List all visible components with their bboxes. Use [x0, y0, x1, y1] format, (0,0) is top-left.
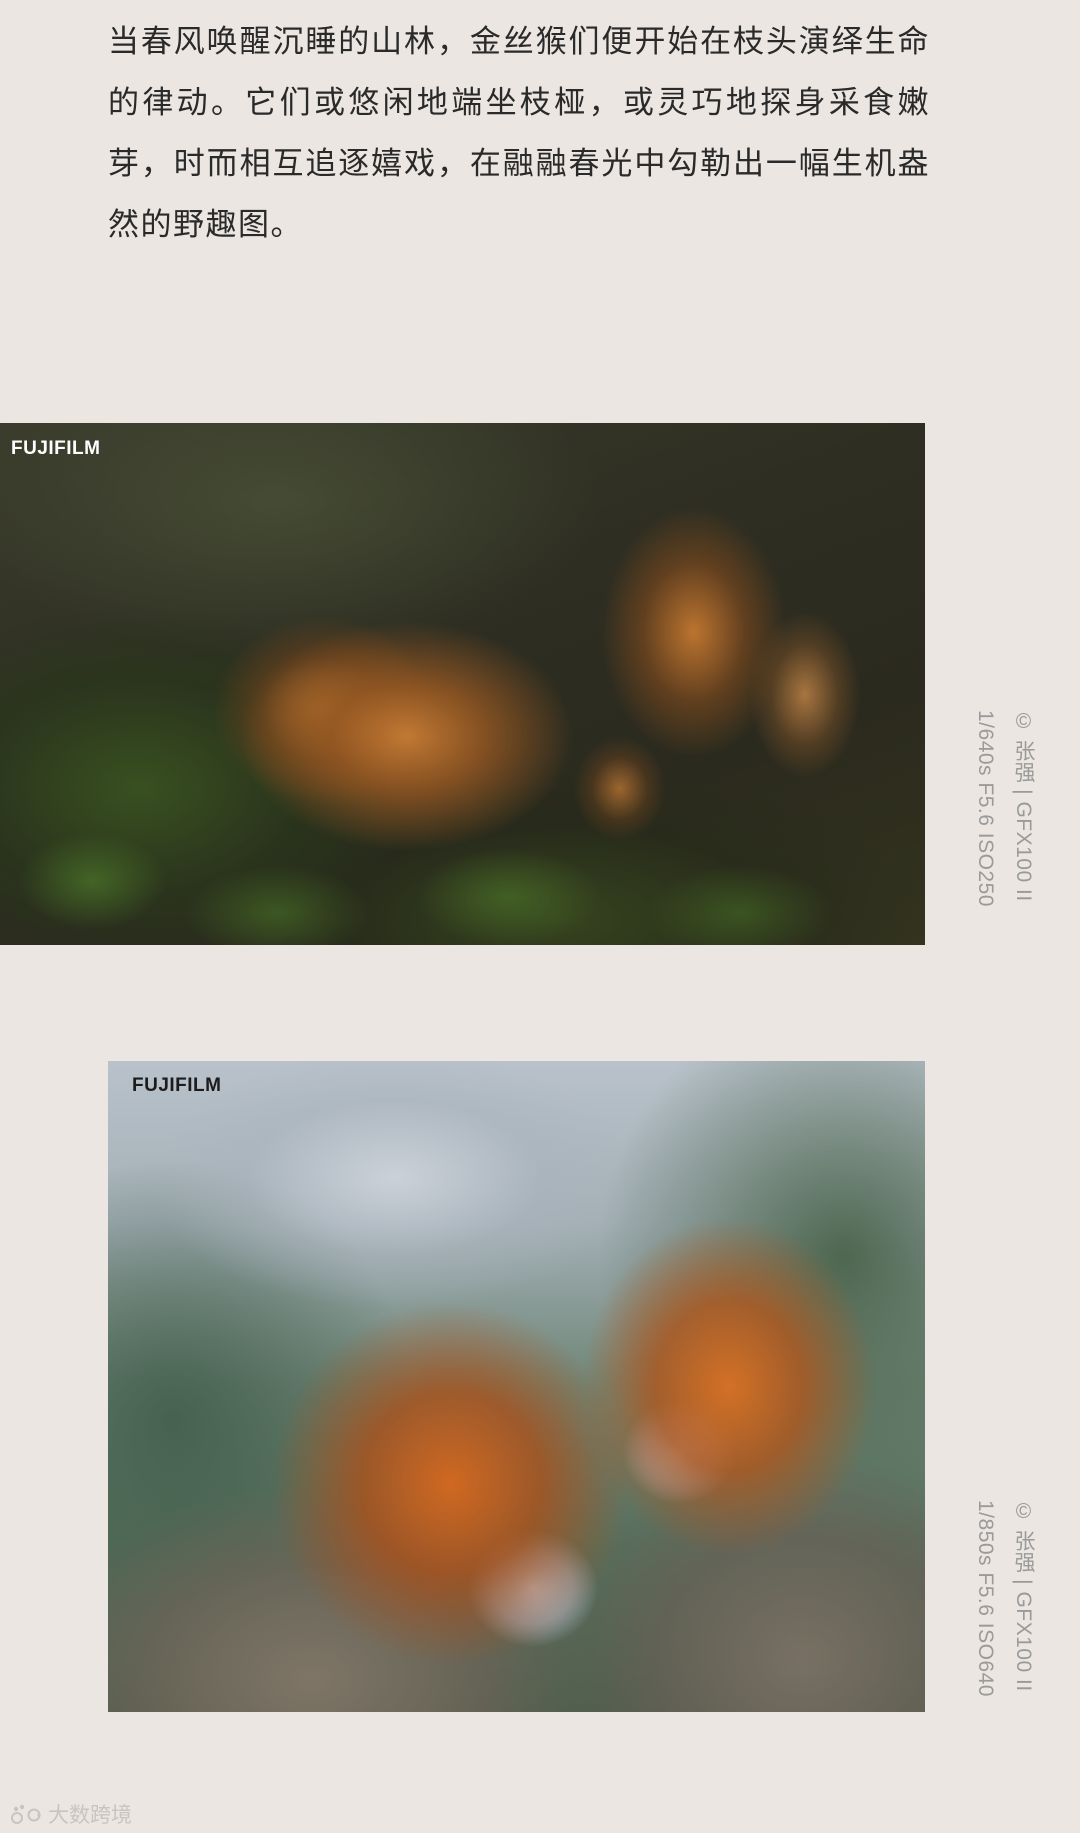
- source-text: 大数跨境: [48, 1803, 132, 1827]
- foliage-foreground: [0, 785, 925, 945]
- fujifilm-watermark: FUJIFILM: [132, 1075, 222, 1096]
- fujifilm-watermark: FUJIFILM: [11, 438, 101, 459]
- photo-caption: © 张强 | GFX100 II 1/640s F5.6 ISO250: [966, 710, 1042, 907]
- golden-monkey-pair-photo: FUJIFILM: [108, 1061, 925, 1712]
- photo-credit: © 张强 | GFX100 II: [1012, 710, 1035, 902]
- source-watermark: 大数跨境: [10, 1799, 132, 1829]
- photo-credit: © 张强 | GFX100 II: [1012, 1500, 1035, 1692]
- photo-exif: 1/640s F5.6 ISO250: [974, 710, 997, 907]
- photo-caption: © 张强 | GFX100 II 1/850s F5.6 ISO640: [966, 1500, 1042, 1697]
- paw-logo-icon: [11, 1804, 41, 1824]
- photo-exif: 1/850s F5.6 ISO640: [974, 1500, 997, 1697]
- golden-monkey-family-photo: FUJIFILM: [0, 423, 925, 945]
- intro-paragraph: 当春风唤醒沉睡的山林，金丝猴们便开始在枝头演绎生命的律动。它们或悠闲地端坐枝桠，…: [108, 24, 930, 243]
